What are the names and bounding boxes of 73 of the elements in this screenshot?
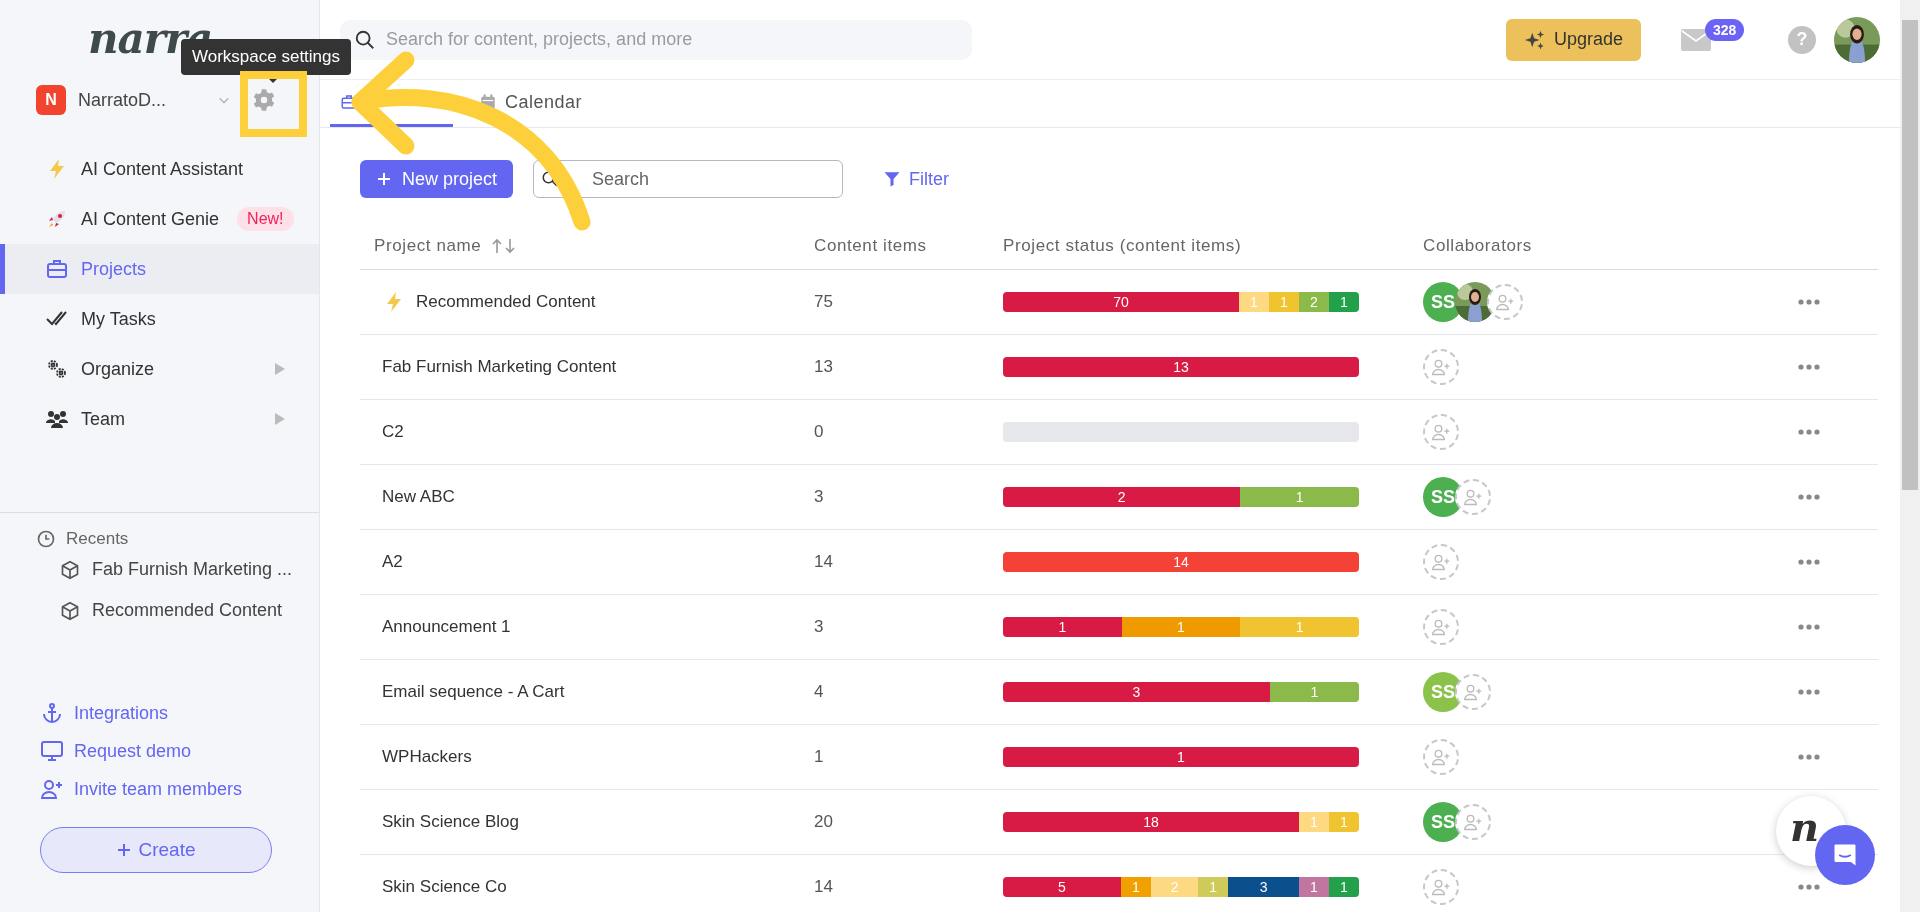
status-segment: 18 [1003, 812, 1299, 832]
column-header: Collaborators [1423, 235, 1533, 256]
status-segment: 2 [1151, 877, 1199, 897]
recent-item[interactable]: Recommended Content [0, 590, 319, 631]
sidebar-link[interactable]: Invite team members [40, 777, 319, 801]
status-segment: 3 [1228, 877, 1299, 897]
status-segment: 1 [1121, 877, 1151, 897]
nav-item[interactable]: AI Content Genie New! [0, 194, 319, 244]
tab[interactable]: Calendar [453, 80, 609, 127]
table-cell-text: 3 [814, 487, 825, 507]
workspace-avatar: N [36, 85, 66, 115]
column-header[interactable]: Project name [360, 235, 814, 256]
table-cell-text: 75 [814, 292, 834, 312]
assistant-logo[interactable]: n [1790, 803, 1820, 850]
status-segment: 1 [1240, 487, 1359, 507]
status-segment: 1 [1270, 682, 1359, 702]
status-segment: 14 [1003, 552, 1359, 572]
unread-count-badge: 328 [1705, 18, 1745, 41]
table-cell-text: 3 [814, 617, 825, 637]
status-segment: 2 [1003, 487, 1241, 507]
status-segment: 13 [1003, 357, 1359, 377]
status-segment: 1 [1003, 617, 1122, 637]
table-cell-text: 0 [814, 422, 825, 442]
status-segment: 1 [1239, 292, 1269, 312]
sidebar-link[interactable]: Request demo [40, 739, 319, 763]
project-name[interactable]: Skin Science Blog [382, 812, 520, 832]
sidebar-link[interactable]: Integrations [40, 701, 319, 725]
project-name[interactable]: A2 [382, 552, 403, 572]
nav-item[interactable]: My Tasks [0, 294, 319, 344]
search-field[interactable]: Search for content, projects, and more [340, 19, 972, 60]
new-badge: New! [237, 207, 294, 231]
workspace-name[interactable]: NarratoD... [78, 89, 205, 111]
status-segment: 1 [1329, 877, 1359, 897]
create-button[interactable]: Create [40, 827, 272, 873]
project-name[interactable]: C2 [382, 422, 404, 442]
status-segment: 70 [1003, 292, 1239, 312]
status-segment: 1 [1240, 617, 1359, 637]
status-segment: 1 [1299, 812, 1329, 832]
table-cell-text: 14 [814, 552, 834, 572]
project-name[interactable]: Skin Science Co [382, 877, 507, 897]
status-segment: 5 [1003, 877, 1121, 897]
project-name[interactable]: New ABC [382, 487, 455, 507]
table-cell-text: 14 [814, 877, 834, 897]
upgrade-button[interactable]: Upgrade [1505, 18, 1641, 61]
status-segment: 1 [1269, 292, 1299, 312]
column-header: Project status (content items) [1003, 235, 1243, 256]
filter-button[interactable]: Filter [877, 167, 956, 191]
nav-item[interactable]: Organize [0, 344, 319, 394]
status-segment: 1 [1329, 292, 1359, 312]
status-segment: 2 [1299, 292, 1329, 312]
nav-item[interactable]: Projects [0, 244, 319, 294]
status-segment: 1 [1121, 617, 1241, 637]
new-project-button[interactable]: New project [360, 160, 514, 198]
project-name[interactable]: Fab Furnish Marketing Content [382, 357, 617, 377]
project-name[interactable]: Recommended Content [416, 292, 596, 312]
nav-item[interactable]: AI Content Assistant [0, 144, 319, 194]
table-cell-text: 20 [814, 812, 834, 832]
project-name[interactable]: WPHackers [382, 747, 472, 767]
table-cell-text: 1 [814, 747, 825, 767]
status-segment: 1 [1329, 812, 1359, 832]
recents-heading: Recents [66, 529, 129, 549]
table-cell-text: 13 [814, 357, 834, 377]
status-segment: 3 [1003, 682, 1270, 702]
status-segment: 1 [1003, 747, 1359, 767]
table-cell-text: 4 [814, 682, 825, 702]
status-segment: 1 [1299, 877, 1329, 897]
nav-item[interactable]: Team [0, 394, 319, 444]
project-name[interactable]: Email sequence - A Cart [382, 682, 565, 702]
status-segment: 1 [1198, 877, 1229, 897]
project-name[interactable]: Announcement 1 [382, 617, 511, 637]
column-header: Content items [814, 235, 928, 256]
recent-item[interactable]: Fab Furnish Marketing ... [0, 549, 319, 590]
project-search-field[interactable]: Search [533, 160, 844, 198]
